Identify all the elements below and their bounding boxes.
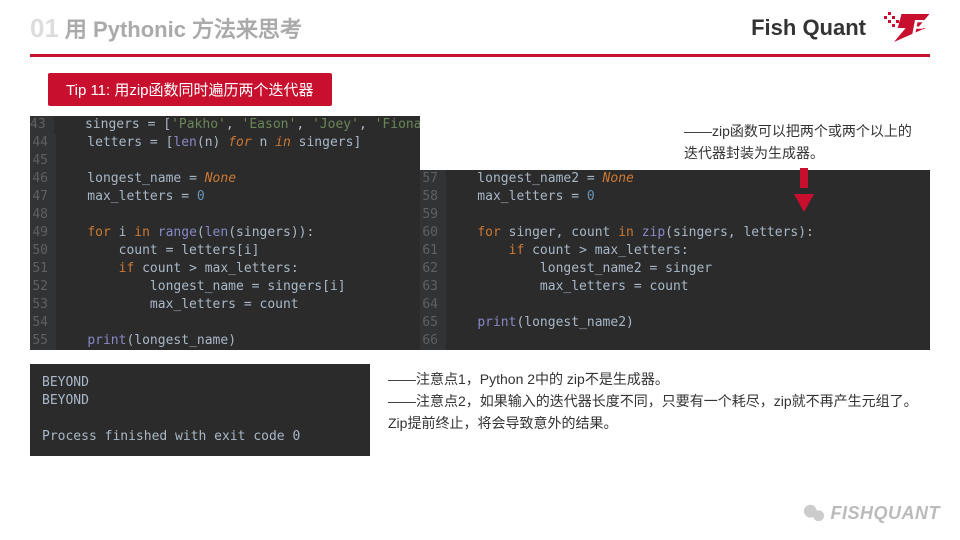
code-line: 65 print(longest_name2) — [420, 314, 930, 332]
code-line: 54 — [30, 314, 420, 332]
wechat-icon — [803, 502, 825, 524]
line-number: 48 — [30, 206, 56, 224]
line-number: 54 — [30, 314, 56, 332]
code-line: 66 — [420, 332, 930, 350]
line-number: 47 — [30, 188, 56, 206]
line-number: 66 — [420, 332, 446, 350]
code-line: 51 if count > max_letters: — [30, 260, 420, 278]
code-line: 44 letters = [len(n) for n in singers] — [30, 134, 420, 152]
line-number: 59 — [420, 206, 446, 224]
line-number: 57 — [420, 170, 446, 188]
line-number: 58 — [420, 188, 446, 206]
chapter-title: 用 Pythonic 方法来思考 — [65, 12, 751, 44]
brand-logo-icon: F — [884, 12, 930, 44]
code-block-right: 57 longest_name2 = None58 max_letters = … — [420, 170, 930, 350]
code-line: 53 max_letters = count — [30, 296, 420, 314]
line-number: 49 — [30, 224, 56, 242]
line-number: 43 — [30, 116, 54, 134]
code-line: 63 max_letters = count — [420, 278, 930, 296]
slide-header: 01 用 Pythonic 方法来思考 Fish Quant F — [0, 0, 960, 50]
svg-text:F: F — [912, 17, 925, 39]
watermark: FISHQUANT — [803, 502, 941, 524]
line-number: 62 — [420, 260, 446, 278]
code-line: 48 — [30, 206, 420, 224]
line-number: 46 — [30, 170, 56, 188]
code-line: 62 longest_name2 = singer — [420, 260, 930, 278]
chapter-number: 01 — [30, 13, 59, 44]
side-note: ——zip函数可以把两个或两个以上的迭代器封装为生成器。 — [660, 116, 930, 170]
line-number: 52 — [30, 278, 56, 296]
line-number: 63 — [420, 278, 446, 296]
code-line: 59 — [420, 206, 930, 224]
brand-name: Fish Quant — [751, 15, 866, 41]
code-line: 43 singers = ['Pakho', 'Eason', 'Joey', … — [30, 116, 420, 134]
code-line: 50 count = letters[i] — [30, 242, 420, 260]
code-line: 46 longest_name = None — [30, 170, 420, 188]
tip-badge: Tip 11: 用zip函数同时遍历两个迭代器 — [48, 73, 332, 106]
line-number: 51 — [30, 260, 56, 278]
line-number: 44 — [30, 134, 56, 152]
code-line: 45 — [30, 152, 420, 170]
code-block-left: 43 singers = ['Pakho', 'Eason', 'Joey', … — [30, 116, 420, 350]
arrow-head-icon — [794, 194, 814, 212]
code-line: 58 max_letters = 0 — [420, 188, 930, 206]
code-line: 61 if count > max_letters: — [420, 242, 930, 260]
code-line: 52 longest_name = singers[i] — [30, 278, 420, 296]
code-line: 60 for singer, count in zip(singers, let… — [420, 224, 930, 242]
line-number: 53 — [30, 296, 56, 314]
line-number: 45 — [30, 152, 56, 170]
code-line: 49 for i in range(len(singers)): — [30, 224, 420, 242]
line-number: 64 — [420, 296, 446, 314]
output-console: BEYOND BEYOND Process finished with exit… — [30, 364, 370, 456]
line-number: 60 — [420, 224, 446, 242]
line-number: 50 — [30, 242, 56, 260]
line-number: 55 — [30, 332, 56, 350]
code-line: 55 print(longest_name) — [30, 332, 420, 350]
header-divider — [30, 54, 930, 57]
bottom-note: ——注意点1，Python 2中的 zip不是生成器。 ——注意点2，如果输入的… — [388, 364, 930, 456]
code-line: 64 — [420, 296, 930, 314]
arrow-icon — [800, 168, 808, 188]
line-number: 65 — [420, 314, 446, 332]
code-line: 57 longest_name2 = None — [420, 170, 930, 188]
code-line: 47 max_letters = 0 — [30, 188, 420, 206]
line-number: 61 — [420, 242, 446, 260]
